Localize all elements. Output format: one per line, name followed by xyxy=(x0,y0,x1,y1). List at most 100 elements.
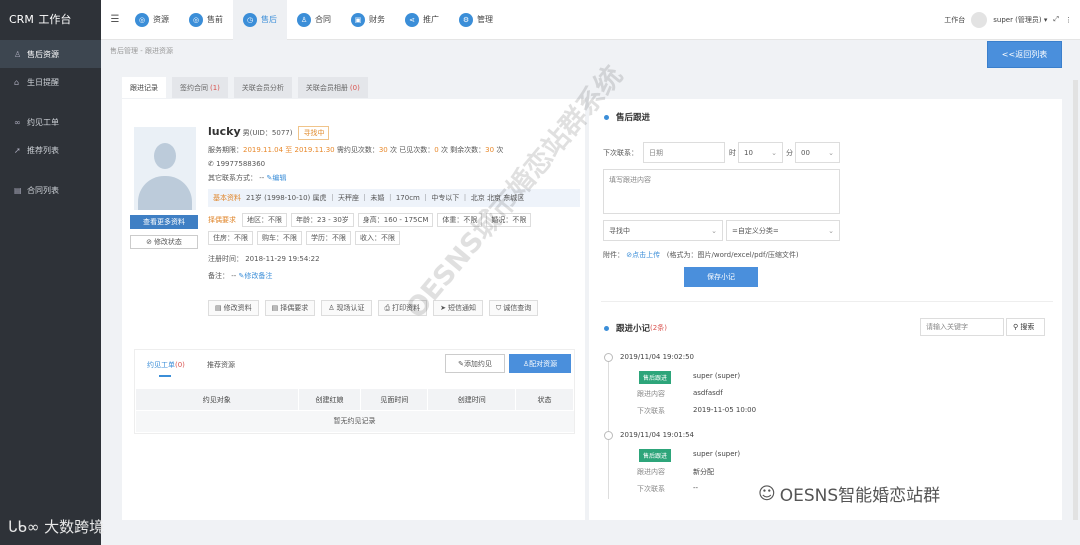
print-profile-button[interactable]: ⎙ 打印资料 xyxy=(377,300,428,316)
condition-chip: 地区：不限 xyxy=(242,213,287,227)
avatar[interactable] xyxy=(971,11,988,28)
mate-requirements: 择偶要求 地区：不限 年龄：23 - 30岁 身高：160 - 175CM 体重… xyxy=(208,213,568,245)
meeting-table: 约见对象 创建红娘 见面时间 创建时间 状态 暂无约见记录 xyxy=(135,388,574,432)
other-contact-row: 其它联系方式： -- ✎编辑 xyxy=(208,174,287,182)
minute-select[interactable]: 00 ⌄ xyxy=(795,142,840,163)
basic-info-row: 基本资料 21岁 (1998-10-10) 属虎 ｜ 天秤座 ｜ 未婚 ｜ 170… xyxy=(208,189,580,207)
sidebar-item-contract-list[interactable]: ▤ 合同列表 xyxy=(0,176,101,204)
condition-chip: 购车：不限 xyxy=(257,231,302,245)
nav-finance[interactable]: ▣ 财务 xyxy=(341,0,395,40)
chevron-down-icon: ⌄ xyxy=(828,226,834,235)
sidebar-item-recommend-list[interactable]: ➚ 推荐列表 xyxy=(0,136,101,164)
tab-follow-records[interactable]: 跟进记录 xyxy=(122,77,166,98)
nav-presale[interactable]: ◎ 售前 xyxy=(179,0,233,40)
credit-check-button[interactable]: ⛉ 诚信查询 xyxy=(489,300,539,316)
verify-icon: ♙ xyxy=(328,304,335,312)
user-menu[interactable]: super (管理员) ▾ xyxy=(993,15,1047,25)
sidebar: CRM 工作台 ♙ 售后资源 ⌂ 生日提醒 ∞ 约见工单 ➚ 推荐列表 ▤ 合同列表 ᒐᑲ… xyxy=(0,0,105,545)
condition-chip: 年龄：23 - 30岁 xyxy=(291,213,354,227)
add-meeting-button[interactable]: ✎ 添加约见 xyxy=(445,354,505,373)
brand-watermark-2: ☺ OESNS智能婚恋站群 xyxy=(758,483,941,507)
sms-notify-button[interactable]: ➤ 短信通知 xyxy=(433,300,484,316)
link-icon: ∞ xyxy=(14,117,21,127)
tab-related-analysis[interactable]: 关联会员分析 xyxy=(233,77,292,98)
settings-icon: ⚙ xyxy=(459,12,473,27)
upload-link[interactable]: ⊘点击上传 xyxy=(626,251,660,259)
share-icon: ➚ xyxy=(14,145,21,155)
nav-aftersale[interactable]: ◷ 售后 xyxy=(233,0,287,40)
save-note-button[interactable]: 保存小记 xyxy=(684,267,758,287)
notes-search-input[interactable]: 请输入关键字 xyxy=(920,318,1004,336)
hour-select[interactable]: 10 ⌄ xyxy=(738,142,783,163)
menu-toggle-icon[interactable]: ☰ xyxy=(105,14,125,25)
wechat-icon: ☺ xyxy=(758,483,776,504)
edit-icon: ▤ xyxy=(215,304,222,312)
timeline-dot xyxy=(604,353,613,362)
tab-related-album[interactable]: 关联会员相册 (0) xyxy=(297,77,368,98)
nav-contract[interactable]: ♙ 合同 xyxy=(287,0,341,40)
tab-meeting-orders[interactable]: 约见工单(0) xyxy=(147,360,185,370)
tab-recommend-resources[interactable]: 推荐资源 xyxy=(207,360,235,370)
member-uid: 男(UID：5077) xyxy=(242,129,293,137)
note-user: super (super) xyxy=(693,450,741,458)
edit-profile-button[interactable]: ▤ 修改资料 xyxy=(208,300,259,316)
notes-title: 跟进小记 (2条) xyxy=(604,322,667,334)
top-right-tools: 工作台 super (管理员) ▾ ⤢ ⋮ xyxy=(944,11,1080,28)
app-logo: CRM 工作台 xyxy=(9,13,72,26)
nav-management[interactable]: ⚙ 管理 xyxy=(449,0,503,40)
workbench-link[interactable]: 工作台 xyxy=(944,15,965,25)
profile-actions: ▤ 修改资料 ▤ 择偶要求 ♙ 现场认证 ⎙ 打印资料 ➤ 短信通知 ⛉ 诚信查询 xyxy=(208,300,539,316)
globe-icon: ◎ xyxy=(189,12,203,27)
tab-signed-contracts[interactable]: 签约合同 (1) xyxy=(172,77,228,98)
user-icon: ♙ xyxy=(14,49,22,59)
tag-icon: ⊘ xyxy=(146,238,152,246)
notes-search-button[interactable]: ⚲ 搜索 xyxy=(1006,318,1045,336)
mate-requirements-button[interactable]: ▤ 择偶要求 xyxy=(264,300,316,316)
caret-down-icon: ▾ xyxy=(1043,15,1048,24)
scrollbar[interactable] xyxy=(1073,80,1078,520)
note-user: super (super) xyxy=(693,372,741,380)
note-next-contact: -- xyxy=(693,484,699,492)
clock-icon: ◷ xyxy=(243,12,257,27)
detail-tabs: 跟进记录 签约合同 (1) 关联会员分析 关联会员相册 (0) xyxy=(122,77,368,98)
register-time: 注册时间： 2018-11-29 19:54:22 xyxy=(208,255,320,263)
note-time: 2019/11/04 19:02:50 xyxy=(620,353,695,361)
category-select[interactable]: =自定义分类= ⌄ xyxy=(726,220,840,241)
note-badge: 售后跟进 xyxy=(639,449,672,462)
fullscreen-icon[interactable]: ⤢ xyxy=(1053,15,1059,24)
view-more-button[interactable]: 查看更多资料 xyxy=(130,215,198,229)
breadcrumb: 售后管理 - 跟进资源 xyxy=(110,47,173,55)
attachment-row: 附件： ⊘点击上传 (格式为：图片/word/excel/pdf/压缩文件) xyxy=(603,251,799,259)
table-header-row: 约见对象 创建红娘 见面时间 创建时间 状态 xyxy=(135,388,574,411)
chevron-down-icon: ⌄ xyxy=(828,148,834,157)
meeting-section: 约见工单(0) 推荐资源 ✎ 添加约见 ♙ 配对资源 约见对象 创建红娘 见面时间 … xyxy=(134,349,575,434)
nav-promotion[interactable]: ⋖ 推广 xyxy=(395,0,449,40)
date-input[interactable]: 日期 xyxy=(643,142,725,163)
member-info: lucky 男(UID：5077) 寻找中 服务期限：2019.11.04 至 20… xyxy=(208,125,580,281)
edit-contact-link[interactable]: ✎编辑 xyxy=(267,174,287,182)
next-contact-label: 下次联系： xyxy=(603,149,638,157)
match-resources-button[interactable]: ♙ 配对资源 xyxy=(509,354,571,373)
sidebar-item-birthday-reminder[interactable]: ⌂ 生日提醒 xyxy=(0,68,101,96)
condition-chip: 住房：不限 xyxy=(208,231,253,245)
document-icon: ▤ xyxy=(14,185,22,195)
globe-icon: ◎ xyxy=(135,12,149,27)
content-textarea[interactable]: 填写跟进内容 xyxy=(603,169,840,214)
onsite-verify-button[interactable]: ♙ 现场认证 xyxy=(321,300,372,316)
sidebar-item-aftersale-resources[interactable]: ♙ 售后资源 xyxy=(0,40,101,68)
status-badge: 寻找中 xyxy=(298,126,330,140)
nav-resources[interactable]: ◎ 资源 xyxy=(125,0,179,40)
sidebar-item-meeting-orders[interactable]: ∞ 约见工单 xyxy=(0,108,101,136)
member-photo xyxy=(134,127,196,210)
share-icon: ⋖ xyxy=(405,12,419,27)
change-status-button[interactable]: ⊘ 修改状态 xyxy=(130,235,198,249)
more-icon[interactable]: ⋮ xyxy=(1065,16,1072,24)
condition-chip: 收入：不限 xyxy=(355,231,400,245)
edit-remark-link[interactable]: ✎修改备注 xyxy=(239,272,273,280)
shield-icon: ⛉ xyxy=(496,303,502,312)
search-icon: ⚲ xyxy=(1013,323,1019,331)
note-content: 新分配 xyxy=(693,468,714,476)
back-to-list-button[interactable]: <<返回列表 xyxy=(987,41,1062,68)
status-select[interactable]: 寻找中 ⌄ xyxy=(603,220,723,241)
brand-watermark: ᒐᑲ∞ 大数跨境 xyxy=(8,518,105,536)
